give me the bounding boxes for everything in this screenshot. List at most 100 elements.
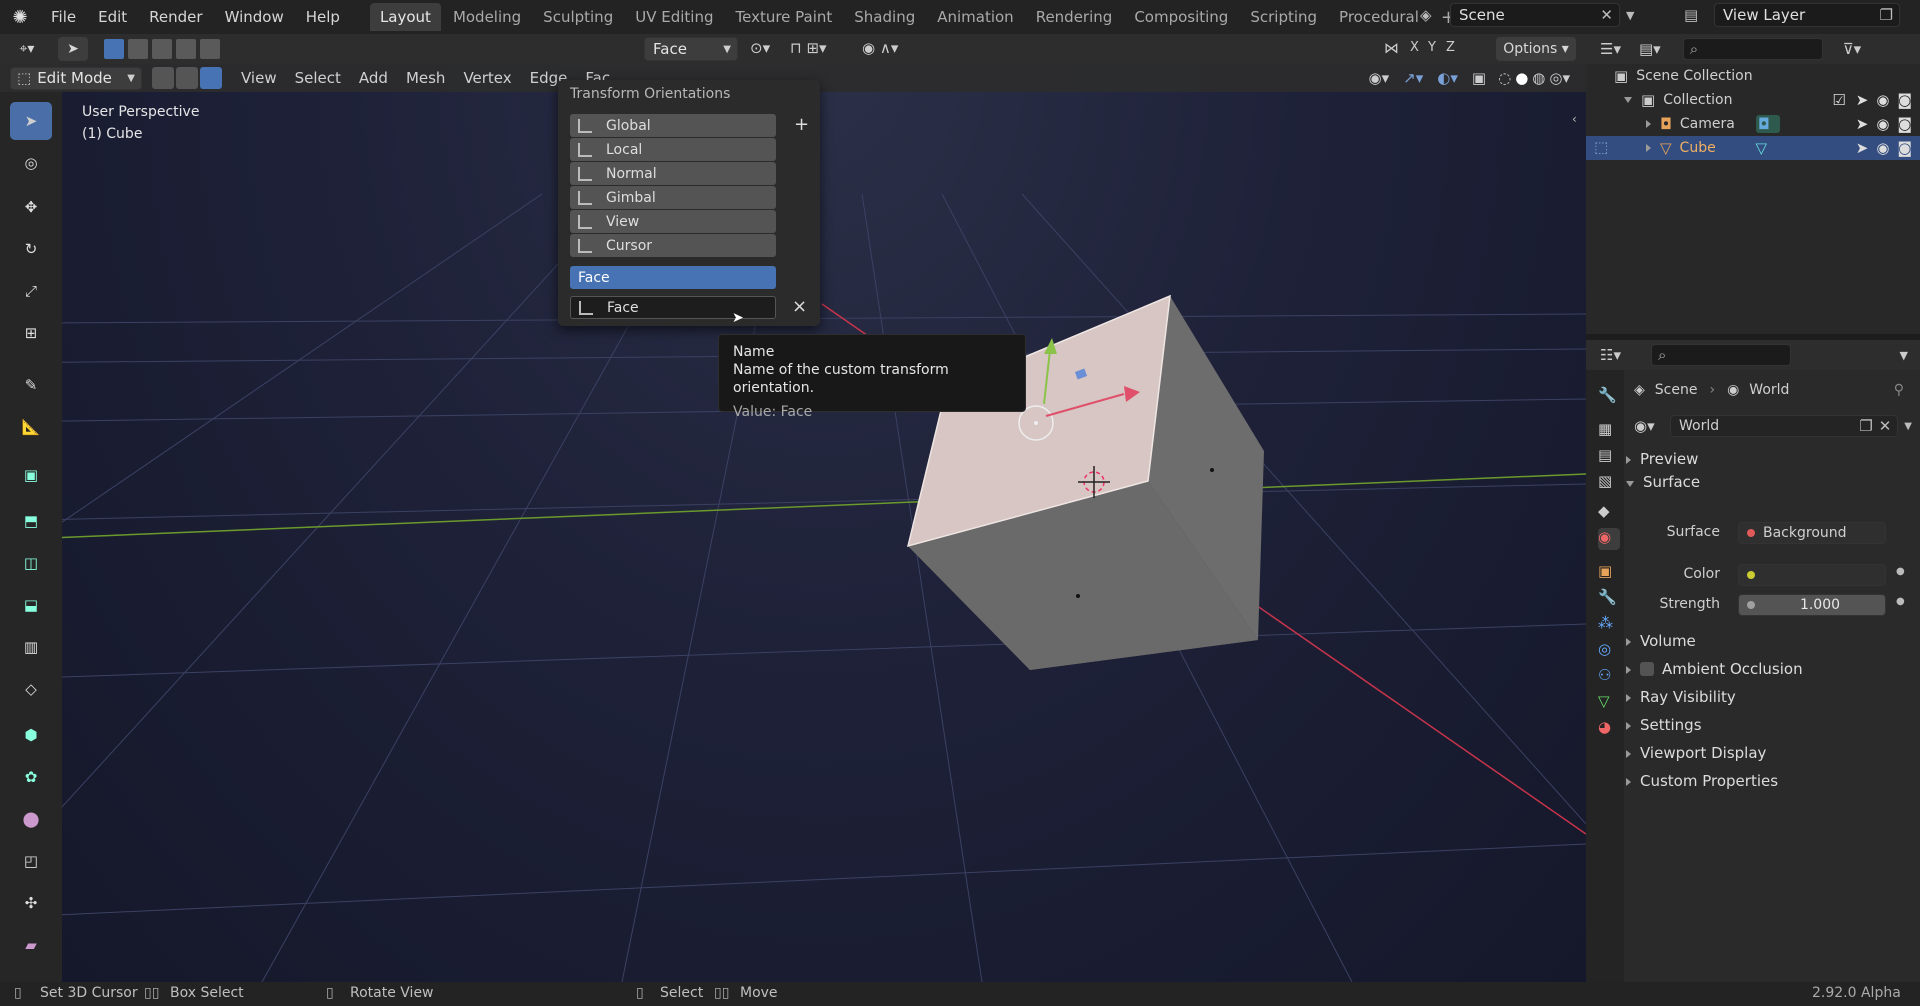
panel-custom-properties[interactable]: Custom Properties xyxy=(1626,772,1778,790)
keyframe-dot-icon[interactable]: ● xyxy=(1896,566,1905,577)
mode-dropdown[interactable]: ⬚ Edit Mode ▼ xyxy=(10,66,142,90)
menu-select[interactable]: Select xyxy=(286,69,350,87)
data-tab-icon[interactable]: ▽ xyxy=(1598,692,1620,714)
tool-spin[interactable]: ✿ xyxy=(10,758,52,796)
filter-icon[interactable]: ⊽▾ xyxy=(1843,40,1862,58)
select-icon[interactable]: ➤ xyxy=(1856,139,1869,157)
tab-modeling[interactable]: Modeling xyxy=(443,3,531,31)
tab-layout[interactable]: Layout xyxy=(369,3,441,31)
orientation-normal[interactable]: Normal xyxy=(570,162,776,185)
tool-knife[interactable]: ◇ xyxy=(10,670,52,708)
tab-animation[interactable]: Animation xyxy=(927,3,1023,31)
tab-rendering[interactable]: Rendering xyxy=(1026,3,1123,31)
close-icon[interactable]: ✕ xyxy=(1600,6,1619,24)
world-browse-icon[interactable]: ◉▾ xyxy=(1634,417,1670,435)
panel-ambient-occlusion[interactable]: Ambient Occlusion xyxy=(1626,660,1803,678)
select-icon[interactable]: ➤ xyxy=(1856,115,1869,133)
output-tab-icon[interactable]: ▤ xyxy=(1598,446,1620,468)
menu-vertex[interactable]: Vertex xyxy=(454,69,520,87)
tool-transform[interactable]: ⊞ xyxy=(10,314,52,352)
display-mode-icon[interactable]: ▤▾ xyxy=(1639,40,1661,58)
snap-icon[interactable]: ⊓ ⊞▾ xyxy=(790,39,827,57)
copy-icon[interactable]: ❐ xyxy=(1880,6,1899,24)
select-mode-buttons[interactable] xyxy=(152,67,222,89)
eye-icon[interactable]: ◉ xyxy=(1876,91,1889,109)
panel-volume[interactable]: Volume xyxy=(1626,632,1696,650)
tool-inset[interactable]: ◫ xyxy=(10,544,52,582)
menu-file[interactable]: File xyxy=(40,8,87,26)
copy-icon[interactable]: ❐ xyxy=(1859,417,1872,435)
tab-sculpting[interactable]: Sculpting xyxy=(533,3,623,31)
tab-procedural[interactable]: Procedural xyxy=(1329,3,1429,31)
properties-editor-icon[interactable]: ☷▾ xyxy=(1600,346,1621,364)
tool-annotate[interactable]: ✎ xyxy=(10,366,52,404)
editor-type-button[interactable]: ⌖▾ xyxy=(8,37,46,61)
pin-icon[interactable]: ⚲ xyxy=(1894,382,1904,398)
tool-cursor[interactable]: ◎ xyxy=(10,144,52,182)
panel-surface[interactable]: Surface xyxy=(1626,473,1700,491)
tool-edge-slide[interactable]: ◰ xyxy=(10,842,52,880)
tool-smooth[interactable]: ⬤ xyxy=(10,800,52,838)
outliner-search-input[interactable]: ⌕ xyxy=(1682,38,1823,60)
render-tab-icon[interactable]: ▦ xyxy=(1598,420,1620,442)
orientation-dropdown[interactable]: Face ▼ xyxy=(644,37,738,61)
panel-settings[interactable]: Settings xyxy=(1626,716,1702,734)
tool-poly-build[interactable]: ⬢ xyxy=(10,716,52,754)
add-orientation-button[interactable]: + xyxy=(794,114,809,135)
gizmo-icon[interactable]: ↗▾ xyxy=(1403,69,1423,87)
tool-add-cube[interactable]: ▣ xyxy=(10,456,52,494)
camera-render-icon[interactable]: ◙ xyxy=(1897,115,1912,133)
pivot-icon[interactable]: ⊙▾ xyxy=(750,39,770,57)
tool-move[interactable]: ✥ xyxy=(10,188,52,226)
expand-icon[interactable] xyxy=(1646,144,1651,152)
close-icon[interactable]: ✕ xyxy=(1879,417,1892,435)
overlay-icon[interactable]: ◐▾ xyxy=(1437,69,1458,87)
material-tab-icon[interactable]: ◕ xyxy=(1598,718,1620,740)
orientation-local[interactable]: Local xyxy=(570,138,776,161)
scene-selector[interactable]: ◈ Scene ✕ ▼ xyxy=(1420,2,1640,28)
select-mode-icons[interactable] xyxy=(104,39,224,59)
orientation-view[interactable]: View xyxy=(570,210,776,233)
outliner-scene-collection[interactable]: ▣ Scene Collection xyxy=(1586,64,1920,88)
tool-shear[interactable]: ▰ xyxy=(10,926,52,964)
surface-shader-field[interactable]: Background xyxy=(1738,522,1886,544)
tool-bevel[interactable]: ⬓ xyxy=(10,586,52,624)
menu-view[interactable]: View xyxy=(232,69,286,87)
tab-texture-paint[interactable]: Texture Paint xyxy=(725,3,842,31)
xray-icon[interactable]: ▣ xyxy=(1472,69,1486,87)
keyframe-dot-icon[interactable]: ● xyxy=(1896,596,1905,607)
expand-icon[interactable] xyxy=(1646,120,1651,128)
axis-z[interactable]: Z xyxy=(1446,40,1455,55)
checkbox-icon[interactable]: ☑ xyxy=(1832,91,1845,109)
world-datablock[interactable]: ◉▾ World ❐ ✕ ▼ xyxy=(1634,414,1912,438)
world-tab-icon[interactable]: ◉ xyxy=(1598,528,1620,550)
shading-material-icon[interactable]: ◍ xyxy=(1532,69,1545,87)
tab-compositing[interactable]: Compositing xyxy=(1124,3,1238,31)
panel-viewport-display[interactable]: Viewport Display xyxy=(1626,744,1766,762)
proportional-edit-icon[interactable]: ◉ ∧▾ xyxy=(862,39,898,57)
physics-tab-icon[interactable]: ◎ xyxy=(1598,640,1620,662)
tool-shrink-fatten[interactable]: ✣ xyxy=(10,884,52,922)
panel-preview[interactable]: Preview xyxy=(1626,450,1698,468)
eye-icon[interactable]: ◉ xyxy=(1876,139,1889,157)
3d-viewport[interactable]: User Perspective (1) Cube ‹ xyxy=(62,64,1586,982)
tool-select-box[interactable]: ➤ xyxy=(10,102,52,140)
mirror-icon[interactable]: ⋈ xyxy=(1384,39,1399,57)
menu-window[interactable]: Window xyxy=(214,8,295,26)
menu-help[interactable]: Help xyxy=(295,8,351,26)
delete-orientation-button[interactable]: × xyxy=(792,296,807,317)
scene-tab-icon[interactable]: ◆ xyxy=(1598,502,1620,524)
menu-mesh[interactable]: Mesh xyxy=(397,69,455,87)
chevron-down-icon[interactable]: ▼ xyxy=(1900,349,1908,362)
blender-logo-icon[interactable]: ✺ xyxy=(0,0,40,34)
tool-rotate[interactable]: ↻ xyxy=(10,230,52,268)
chevron-down-icon[interactable]: ▼ xyxy=(1620,9,1634,22)
shading-rendered-icon[interactable]: ◎▾ xyxy=(1549,69,1570,87)
tool-measure[interactable]: 📐 xyxy=(10,408,52,446)
object-tab-icon[interactable]: ▣ xyxy=(1598,562,1620,584)
orientation-name-field[interactable]: Face xyxy=(570,296,776,319)
checkbox-icon[interactable] xyxy=(1640,662,1654,676)
properties-search-input[interactable]: ⌕ xyxy=(1650,344,1791,366)
select-icon[interactable]: ➤ xyxy=(1856,91,1869,109)
camera-render-icon[interactable]: ◙ xyxy=(1897,139,1912,157)
